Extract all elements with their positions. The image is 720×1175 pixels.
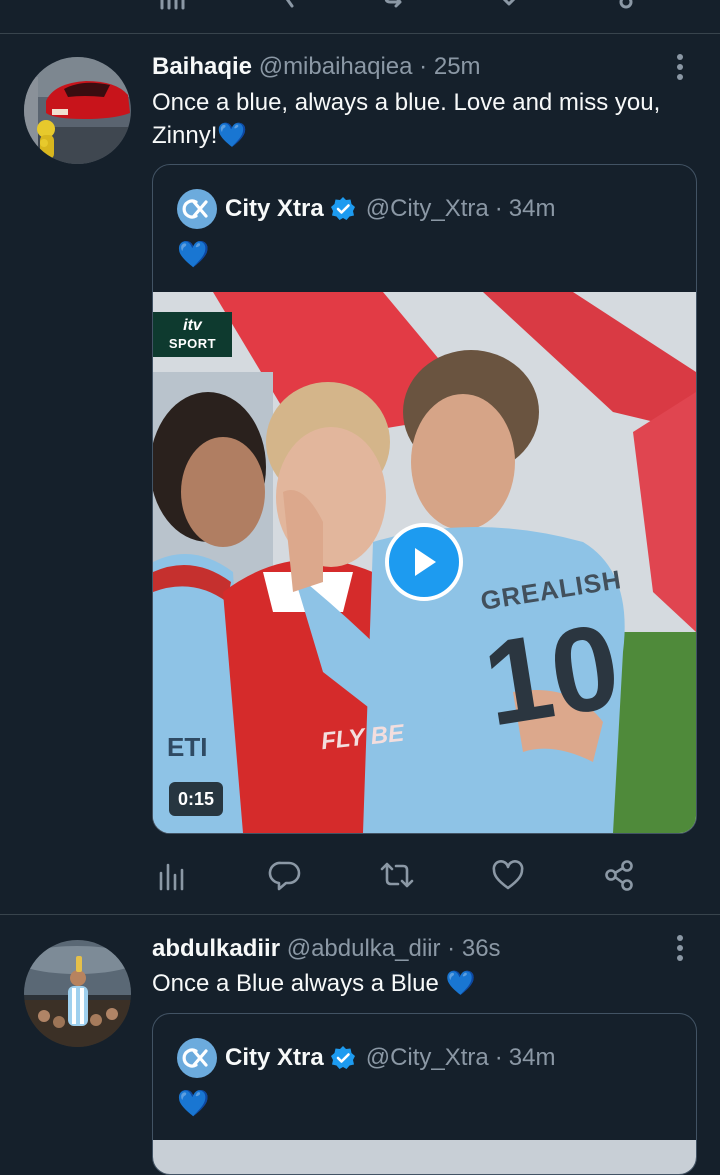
itv-sport-text: SPORT — [168, 336, 217, 351]
previous-tweet-actions — [0, 0, 720, 34]
video-duration: 0:15 — [169, 782, 224, 816]
author-name[interactable]: Baihaqie — [152, 53, 252, 80]
avatar[interactable] — [24, 57, 131, 164]
share-icon[interactable] — [602, 858, 636, 892]
time-separator: · — [419, 53, 428, 80]
quoted-tweet-time[interactable]: 34m — [509, 195, 556, 223]
verified-badge-icon — [330, 1045, 356, 1071]
quoted-tweet-time[interactable]: 34m — [509, 1044, 556, 1072]
quoted-tweet-text: 💙 — [177, 239, 210, 269]
blue-heart-emoji: 💙 — [445, 970, 476, 997]
quoted-tweet-header: City Xtra @City_Xtra · 34m — [177, 189, 555, 229]
tweet-time[interactable]: 36s — [462, 935, 501, 962]
tweet-text-line2: Zinny! — [152, 122, 218, 149]
blue-heart-emoji: 💙 — [217, 122, 248, 149]
share-icon[interactable] — [606, 0, 636, 10]
retweet-icon[interactable] — [380, 858, 414, 892]
itv-logo-text: itv — [183, 317, 202, 334]
quoted-author-name[interactable]: City Xtra — [225, 195, 324, 223]
tweet-text-line: Once a Blue always a Blue — [152, 970, 439, 997]
time-separator: · — [447, 935, 456, 962]
author-name[interactable]: abdulkadiir — [152, 935, 280, 962]
analytics-icon[interactable] — [155, 859, 189, 893]
reply-icon[interactable] — [270, 0, 300, 10]
tweet[interactable]: abdulkadiir @abdulka_diir · 36s Once a B… — [0, 915, 720, 1175]
city-xtra-avatar[interactable] — [177, 1038, 217, 1078]
more-options-icon[interactable] — [668, 933, 692, 963]
time-separator: · — [494, 1044, 503, 1071]
tweet-text-line: Zinny!💙 — [152, 119, 692, 152]
quoted-author-name[interactable]: City Xtra — [225, 1044, 324, 1072]
verified-badge-icon — [330, 196, 356, 222]
video-player[interactable]: itv SPORT GREALISH 10 FLY BE ETI 0:15 — [153, 292, 696, 833]
tweet[interactable]: Baihaqie @mibaihaqiea · 25m Once a blue,… — [0, 34, 720, 914]
like-icon[interactable] — [491, 859, 525, 893]
time-separator: · — [494, 195, 503, 222]
tweet-text: Once a Blue always a Blue 💙 — [152, 967, 692, 1000]
quoted-tweet[interactable]: City Xtra @City_Xtra · 34m 💙 — [152, 164, 697, 834]
video-thumbnail-edge — [153, 1140, 696, 1174]
tweet-header: Baihaqie @mibaihaqiea · 25m — [152, 53, 481, 81]
more-options-icon[interactable] — [668, 52, 692, 82]
quoted-tweet-text: 💙 — [177, 1088, 210, 1118]
etihad-text: ETI — [167, 732, 208, 762]
like-icon[interactable] — [494, 0, 524, 10]
avatar[interactable] — [24, 940, 131, 1047]
analytics-icon[interactable] — [157, 0, 187, 10]
quoted-tweet-header: City Xtra @City_Xtra · 34m — [177, 1038, 555, 1078]
tweet-text: Once a blue, always a blue. Love and mis… — [152, 86, 692, 152]
tweet-time[interactable]: 25m — [434, 53, 481, 80]
quoted-author-handle[interactable]: @City_Xtra — [366, 1044, 489, 1072]
author-handle[interactable]: @abdulka_diir — [287, 935, 441, 962]
play-icon — [415, 548, 436, 576]
tweet-text-line: Once a blue, always a blue. Love and mis… — [152, 89, 661, 116]
shirt-number: 10 — [475, 598, 629, 752]
reply-icon[interactable] — [268, 858, 302, 892]
author-handle[interactable]: @mibaihaqiea — [259, 53, 413, 80]
quoted-tweet[interactable]: City Xtra @City_Xtra · 34m 💙 — [152, 1013, 697, 1175]
quoted-author-handle[interactable]: @City_Xtra — [366, 195, 489, 223]
city-xtra-avatar[interactable] — [177, 189, 217, 229]
tweet-header: abdulkadiir @abdulka_diir · 36s — [152, 935, 501, 963]
retweet-icon[interactable] — [382, 0, 412, 10]
play-button[interactable] — [385, 523, 463, 601]
itv-sport-badge: itv SPORT — [153, 312, 232, 357]
